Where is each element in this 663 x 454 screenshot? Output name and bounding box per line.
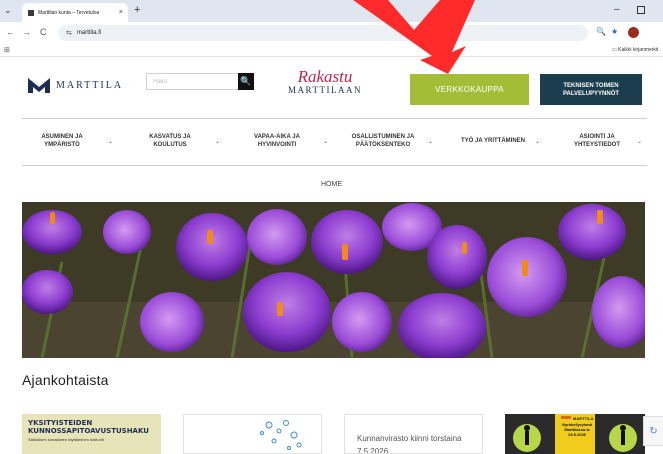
news-card[interactable]: Kunnanvirasto kiinni torstaina 7.5.2026 bbox=[344, 414, 483, 454]
nav-item-housing[interactable]: ASUMINEN JA YMPÄRISTÖ bbox=[30, 133, 94, 149]
new-tab-button[interactable]: + bbox=[134, 4, 140, 16]
slogan-sub: MARTTILAAN bbox=[288, 85, 362, 95]
nav-item-participation[interactable]: OSALLISTUMINEN JA PÄÄTÖKSENTEKO bbox=[340, 133, 426, 149]
recaptcha-badge[interactable]: ↻ bbox=[643, 416, 663, 446]
chevron-down-icon[interactable]: ⌄ bbox=[535, 138, 540, 145]
news-card-title: Kunnanvirasto kiinni torstaina 7.5.2026 bbox=[357, 434, 462, 454]
apps-icon[interactable]: ⊞ bbox=[4, 46, 10, 54]
news-card-title: Nyrkkeilyryhmä Marttilassa la 23.5.2026 bbox=[562, 422, 592, 437]
webshop-button[interactable]: VERKKOKAUPPA bbox=[410, 74, 529, 105]
marttila-logo-icon bbox=[28, 78, 50, 93]
breadcrumb[interactable]: HOME bbox=[0, 181, 663, 188]
maximize-button[interactable] bbox=[637, 6, 645, 14]
main-navigation: ASUMINEN JA YMPÄRISTÖ ⌄ KASVATUS JA KOUL… bbox=[22, 118, 647, 166]
slogan: Rakastu MARTTILAAN bbox=[280, 68, 370, 95]
search-input[interactable] bbox=[146, 73, 240, 90]
bookmark-star-icon[interactable]: ★ bbox=[611, 27, 618, 36]
browser-tab-strip: ⌄ Marttilan kunta – Tervetuloa × + – bbox=[0, 0, 663, 22]
news-card-title: YKSITYISTEIDEN KUNNOSSAPITOAVUSTUSHAKU bbox=[28, 419, 149, 435]
news-card[interactable]: YKSITYISTEIDEN KUNNOSSAPITOAVUSTUSHAKU S… bbox=[22, 414, 161, 454]
chevron-down-icon[interactable]: ⌄ bbox=[108, 138, 113, 145]
nav-item-contact[interactable]: ASIOINTI JA YHTEYSTIEDOT bbox=[566, 133, 628, 149]
url-text[interactable]: marttila.fi bbox=[77, 30, 101, 36]
logo-text: MARTTILA bbox=[56, 80, 124, 91]
news-card[interactable] bbox=[183, 414, 322, 454]
tab-search-icon[interactable]: ⌄ bbox=[4, 5, 12, 16]
water-drops-image bbox=[260, 420, 302, 450]
site-logo[interactable]: MARTTILA bbox=[28, 78, 123, 93]
poster-brand-text: MARTTILA bbox=[573, 416, 594, 421]
address-bar[interactable]: ⇆ marttila.fi bbox=[58, 25, 588, 41]
reload-icon[interactable]: C bbox=[40, 27, 47, 37]
chevron-down-icon[interactable]: ⌄ bbox=[323, 138, 328, 145]
forward-icon[interactable]: → bbox=[22, 27, 31, 37]
hero-image bbox=[22, 202, 645, 358]
nav-item-education[interactable]: KASVATUS JA KOULUTUS bbox=[140, 133, 200, 149]
tab-close-icon[interactable]: × bbox=[119, 9, 123, 16]
slogan-script: Rakastu bbox=[297, 67, 353, 86]
nav-item-work[interactable]: TYÖ JA YRITTÄMINEN bbox=[446, 137, 540, 145]
browser-toolbar: ← → C ⇆ marttila.fi 🔍 ★ bbox=[0, 22, 663, 44]
chevron-down-icon[interactable]: ⌄ bbox=[637, 138, 642, 145]
chevron-down-icon[interactable]: ⌄ bbox=[215, 138, 220, 145]
chevron-down-icon[interactable]: ⌄ bbox=[428, 138, 433, 145]
search-button[interactable]: 🔍 bbox=[238, 73, 254, 90]
news-section-title: Ajankohtaista bbox=[22, 372, 109, 388]
minimize-button[interactable]: – bbox=[614, 4, 620, 15]
crocus-photo bbox=[22, 202, 645, 358]
favicon-icon bbox=[28, 9, 34, 16]
tab-title: Marttilan kunta – Tervetuloa bbox=[38, 9, 100, 16]
nav-item-leisure[interactable]: VAPAA-AIKA JA HYVINVOINTI bbox=[242, 133, 312, 149]
all-bookmarks-folder[interactable]: ▭ Kaikki kirjanmerkit bbox=[612, 47, 658, 53]
zoom-icon[interactable]: 🔍 bbox=[596, 27, 606, 36]
browser-tab[interactable]: Marttilan kunta – Tervetuloa × bbox=[22, 3, 128, 22]
site-info-icon[interactable]: ⇆ bbox=[66, 29, 72, 37]
profile-avatar[interactable] bbox=[628, 27, 639, 38]
news-card[interactable]: MARTTILA Nyrkkeilyryhmä Marttilassa la 2… bbox=[505, 414, 645, 454]
tech-service-requests-button[interactable]: TEKNISEN TOIMEN PALVELUPYYNNÖT bbox=[540, 74, 642, 105]
site-search: 🔍 bbox=[146, 73, 254, 90]
all-bookmarks-label: Kaikki kirjanmerkit bbox=[618, 47, 659, 53]
search-icon: 🔍 bbox=[240, 76, 252, 86]
back-icon[interactable]: ← bbox=[6, 27, 15, 37]
news-card-subtitle: Sähköisen lomakkeen täyttäminen tukitunt… bbox=[28, 437, 104, 442]
bookmarks-bar: ⊞ ▭ Kaikki kirjanmerkit bbox=[0, 44, 663, 57]
